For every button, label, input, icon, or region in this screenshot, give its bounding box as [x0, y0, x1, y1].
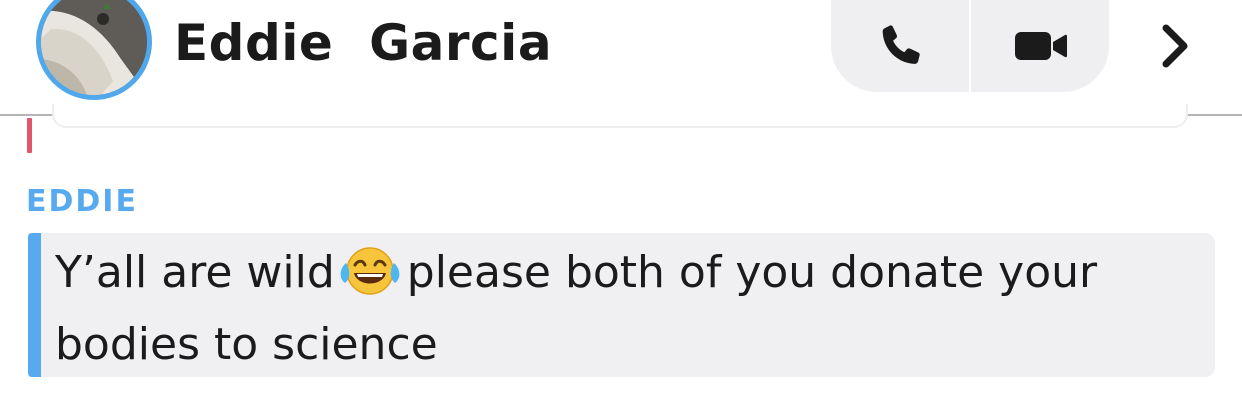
- phone-icon: [882, 25, 920, 64]
- previous-message-accent: [27, 118, 32, 153]
- contact-name[interactable]: Eddie Garcia: [174, 12, 552, 74]
- avatar[interactable]: [36, 0, 152, 100]
- message-accent-bar: [28, 233, 41, 377]
- previous-message-card: [52, 104, 1188, 128]
- profile-photo-icon: [41, 0, 147, 95]
- chat-header: Eddie Garcia: [0, 0, 1242, 116]
- message-text-start: Y’all are wild: [55, 247, 335, 298]
- message-bubble[interactable]: Y’all are wild please both of you donate…: [28, 233, 1215, 377]
- face-with-tears-of-joy-icon: [337, 245, 403, 297]
- video-call-button[interactable]: [971, 0, 1109, 92]
- sender-name: EDDIE: [26, 184, 138, 219]
- voice-call-button[interactable]: [831, 0, 970, 92]
- video-camera-icon: [1014, 32, 1067, 60]
- message-text: Y’all are wild please both of you donate…: [55, 237, 1205, 381]
- chevron-right-icon[interactable]: [1156, 22, 1196, 70]
- call-actions: [831, 0, 1109, 92]
